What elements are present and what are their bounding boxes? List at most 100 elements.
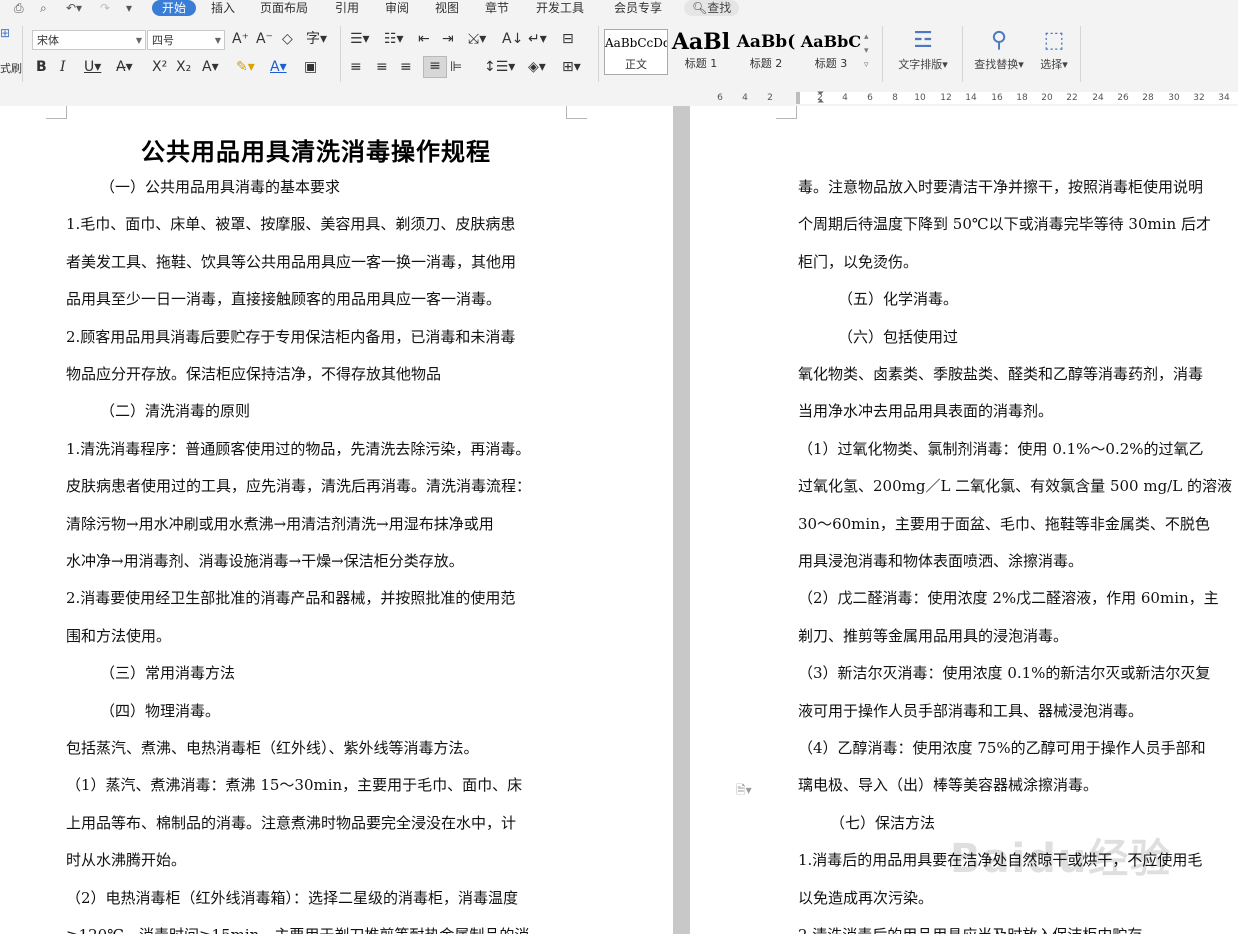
- text-line[interactable]: ≥120℃，消毒时间≥15min，主要用于剃刀推剪等耐热金属制品的消: [66, 925, 529, 934]
- text-line[interactable]: 清除污物→用水冲刷或用水煮沸→用清洁剂清洗→用湿布抹净或用: [66, 514, 494, 534]
- tab-page-layout[interactable]: 页面布局: [260, 0, 308, 16]
- text-line[interactable]: （一）公共用品用具消毒的基本要求: [100, 177, 340, 197]
- style-heading-1[interactable]: AaBl 标题 1: [670, 29, 732, 75]
- text-line[interactable]: （3）新洁尔灭消毒：使用浓度 0.1%的新洁尔灭或新洁尔灭复: [798, 663, 1210, 683]
- text-line[interactable]: （七）保洁方法: [830, 813, 935, 833]
- text-line[interactable]: 包括蒸汽、煮沸、电热消毒柜（红外线）、紫外线等消毒方法。: [66, 738, 479, 758]
- format-painter-icon[interactable]: ⊞: [0, 24, 10, 42]
- phonetic-guide-icon[interactable]: 字▾: [306, 30, 327, 48]
- text-line[interactable]: （2）戊二醛消毒：使用浓度 2%戊二醛溶液，作用 60min，主: [798, 588, 1219, 608]
- text-line[interactable]: 围和方法使用。: [66, 626, 171, 646]
- text-line[interactable]: 2.清洗消毒后的用品用具应当及时放入保洁柜内贮存。: [798, 925, 1157, 934]
- text-line[interactable]: 30～60min，主要用于面盆、毛巾、拖鞋等非金属类、不脱色: [798, 514, 1210, 534]
- text-layout-button[interactable]: ☲ 文字排版▾: [890, 26, 956, 72]
- search-button[interactable]: 🔍︎查找: [684, 0, 740, 16]
- redo-icon[interactable]: ↷: [100, 0, 110, 16]
- text-line[interactable]: 璃电极、导入（出）棒等美容器械涂擦消毒。: [798, 775, 1098, 795]
- text-line[interactable]: 毒。注意物品放入时要清洁干净并擦干，按照消毒柜使用说明: [798, 177, 1203, 197]
- text-line[interactable]: 2.消毒要使用经卫生部批准的消毒产品和器械，并按照批准的使用范: [66, 588, 515, 608]
- borders-icon[interactable]: ⊞▾: [562, 58, 581, 76]
- tab-member[interactable]: 会员专享: [614, 0, 662, 16]
- clear-format-icon[interactable]: ◇: [282, 30, 293, 48]
- char-border-icon[interactable]: ▣: [304, 58, 317, 76]
- text-line[interactable]: 时从水沸腾开始。: [66, 850, 186, 870]
- tab-insert[interactable]: 插入: [211, 0, 235, 16]
- document-workspace[interactable]: 公共用品用具清洗消毒操作规程 （一）公共用品用具消毒的基本要求 1.毛巾、面巾、床…: [0, 106, 1238, 934]
- strikethrough-icon[interactable]: A̶▾: [116, 58, 133, 76]
- text-line[interactable]: （四）物理消毒。: [100, 701, 220, 721]
- text-line[interactable]: 水冲净→用消毒剂、消毒设施消毒→干燥→保洁柜分类存放。: [66, 551, 464, 571]
- document-page-left[interactable]: 公共用品用具清洗消毒操作规程 （一）公共用品用具消毒的基本要求 1.毛巾、面巾、床…: [0, 106, 673, 934]
- tab-view[interactable]: 视图: [435, 0, 459, 16]
- style-heading-2[interactable]: AaBb( 标题 2: [734, 29, 798, 75]
- tab-home[interactable]: 开始: [152, 0, 197, 16]
- superscript-icon[interactable]: X²: [152, 58, 167, 76]
- numbered-list-icon[interactable]: ☷▾: [384, 30, 404, 48]
- document-page-right[interactable]: 毒。注意物品放入时要清洁干净并擦干，按照消毒柜使用说明 个周期后待温度下降到 50…: [690, 106, 1238, 934]
- find-replace-button[interactable]: ⚲ 查找替换▾: [968, 26, 1030, 72]
- text-line[interactable]: （4）乙醇消毒：使用浓度 75%的乙醇可用于操作人员手部和: [798, 738, 1206, 758]
- tab-developer[interactable]: 开发工具: [536, 0, 584, 16]
- paragraph-options-icon[interactable]: 🗎▾: [736, 781, 752, 802]
- tab-review[interactable]: 审阅: [385, 0, 409, 16]
- text-line[interactable]: （三）常用消毒方法: [100, 663, 235, 683]
- style-normal[interactable]: AaBbCcDd 正文: [604, 29, 668, 75]
- align-left-icon[interactable]: ≡: [350, 58, 362, 76]
- highlight-icon[interactable]: ✎▾: [236, 58, 255, 76]
- text-line[interactable]: 皮肤病患者使用过的工具，应先消毒，清洗后再消毒。清洗消毒流程：: [66, 476, 531, 496]
- print-icon[interactable]: ⎙: [14, 0, 24, 16]
- italic-icon[interactable]: I: [60, 58, 66, 76]
- subscript-icon[interactable]: X₂: [176, 58, 191, 76]
- text-line[interactable]: 当用净水冲去用品用具表面的消毒剂。: [798, 401, 1053, 421]
- tab-chapter[interactable]: 章节: [485, 0, 509, 16]
- distribute-icon[interactable]: ⊫: [450, 58, 462, 76]
- text-line[interactable]: 上用品等布、棉制品的消毒。注意煮沸时物品要完全浸没在水中，计: [66, 813, 516, 833]
- text-direction-icon[interactable]: ⤩▾: [468, 30, 486, 48]
- text-line[interactable]: 用具浸泡消毒和物体表面喷洒、涂擦消毒。: [798, 551, 1083, 571]
- font-color-icon[interactable]: A▾: [270, 58, 287, 76]
- bullet-list-icon[interactable]: ☰▾: [350, 30, 370, 48]
- decrease-indent-icon[interactable]: ⇤: [418, 30, 430, 48]
- text-line[interactable]: 柜门，以免烫伤。: [798, 252, 918, 272]
- bold-icon[interactable]: B: [36, 58, 47, 76]
- select-button[interactable]: ⬚ 选择▾: [1034, 26, 1074, 72]
- sort-icon[interactable]: A↓: [502, 30, 523, 48]
- text-line[interactable]: 液可用于操作人员手部消毒和工具、器械浸泡消毒。: [798, 701, 1143, 721]
- text-line[interactable]: 剃刀、推剪等金属用品用具的浸泡消毒。: [798, 626, 1068, 646]
- text-effect-icon[interactable]: A▾: [202, 58, 219, 76]
- text-line[interactable]: （六）包括使用过: [838, 327, 958, 347]
- align-right-icon[interactable]: ≡: [400, 58, 412, 76]
- document-title[interactable]: 公共用品用具清洗消毒操作规程: [66, 132, 566, 167]
- text-line[interactable]: 过氧化氢、200mg／L 二氧化氯、有效氯含量 500 mg/L 的溶液: [798, 476, 1232, 496]
- show-marks-icon[interactable]: ↵▾: [528, 30, 547, 48]
- text-line[interactable]: （五）化学消毒。: [838, 289, 958, 309]
- text-line[interactable]: （二）清洗消毒的原则: [100, 401, 250, 421]
- text-line[interactable]: 品用具至少一日一消毒，直接接触顾客的用品用具应一客一消毒。: [66, 289, 501, 309]
- text-line[interactable]: （2）电热消毒柜（红外线消毒箱）：选择二星级的消毒柜，消毒温度: [66, 888, 518, 908]
- font-name-select[interactable]: 宋体 ▼: [32, 30, 146, 50]
- text-line[interactable]: 个周期后待温度下降到 50℃以下或消毒完毕等待 30min 后才: [798, 214, 1211, 234]
- text-line[interactable]: 1.毛巾、面巾、床单、被罩、按摩服、美容用具、剃须刀、皮肤病患: [66, 214, 515, 234]
- shrink-font-icon[interactable]: A⁻: [256, 30, 273, 48]
- justify-icon[interactable]: ≡: [423, 56, 447, 78]
- underline-icon[interactable]: U▾: [84, 58, 101, 76]
- shading-icon[interactable]: ◈▾: [528, 58, 546, 76]
- format-painter-label[interactable]: 式刷: [0, 60, 22, 78]
- more-icon[interactable]: ▾: [126, 0, 132, 16]
- print-preview-icon[interactable]: ⌕: [40, 0, 47, 16]
- increase-indent-icon[interactable]: ⇥: [442, 30, 454, 48]
- font-size-select[interactable]: 四号 ▼: [147, 30, 225, 50]
- tab-references[interactable]: 引用: [335, 0, 359, 16]
- text-line[interactable]: （1）蒸汽、煮沸消毒：煮沸 15～30min，主要用于毛巾、面巾、床: [66, 775, 522, 795]
- text-line[interactable]: （1）过氧化物类、氯制剂消毒：使用 0.1%～0.2%的过氧乙: [798, 439, 1204, 459]
- line-spacing-icon[interactable]: ↕☰▾: [484, 58, 515, 76]
- table-icon[interactable]: ⊟: [562, 30, 574, 48]
- text-line[interactable]: 氧化物类、卤素类、季胺盐类、醛类和乙醇等消毒药剂，消毒: [798, 364, 1203, 384]
- style-heading-3[interactable]: AaBbC 标题 3: [800, 29, 862, 75]
- grow-font-icon[interactable]: A⁺: [232, 30, 249, 48]
- text-line[interactable]: 物品应分开存放。保洁柜应保持洁净，不得存放其他物品: [66, 364, 441, 384]
- align-center-icon[interactable]: ≡: [376, 58, 388, 76]
- horizontal-ruler[interactable]: ⏷ ⏶ 6 4 2 2 4 6 8 10 12 14 16 18 20 22 24…: [0, 90, 1238, 107]
- undo-icon[interactable]: ↶▾: [66, 0, 82, 16]
- text-line[interactable]: 1.清洗消毒程序：普通顾客使用过的物品，先清洗去除污染，再消毒。: [66, 439, 530, 459]
